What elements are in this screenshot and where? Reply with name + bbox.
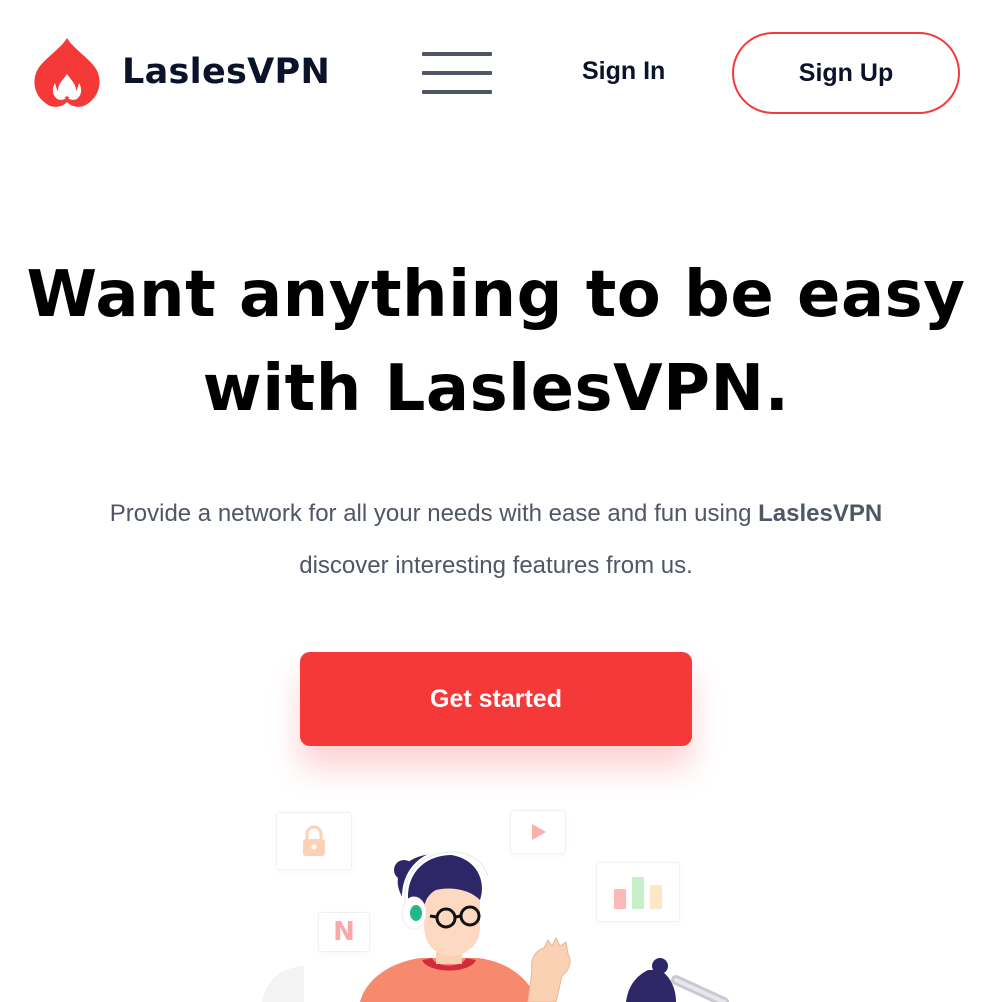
hero-subtitle-line2: discover interesting features from us. — [299, 552, 693, 579]
hero-title: Want anything to be easy with LaslesVPN. — [0, 248, 992, 436]
hero-subtitle-brand: LaslesVPN — [758, 500, 883, 527]
hero-subtitle: Provide a network for all your needs wit… — [0, 488, 992, 592]
get-started-button[interactable]: Get started — [300, 652, 692, 746]
menu-bar — [422, 71, 492, 75]
sign-in-link[interactable]: Sign In — [582, 57, 665, 86]
hero-title-prefix: with — [202, 352, 385, 426]
hero-subtitle-text: Provide a network for all your needs wit… — [109, 500, 759, 527]
brand-name-part2: VPN — [247, 52, 331, 92]
menu-bar — [422, 52, 492, 56]
brand-name-part1: Lasles — [122, 52, 248, 92]
sign-up-button[interactable]: Sign Up — [732, 32, 960, 114]
brand-logo[interactable]: LaslesVPN — [30, 36, 330, 110]
hamburger-menu-icon[interactable] — [422, 52, 492, 94]
hero-title-line2: with LaslesVPN. — [0, 342, 992, 436]
brand-name: LaslesVPN — [122, 52, 330, 92]
hero-title-line1: Want anything to be easy — [26, 258, 966, 332]
hero-title-brand: LaslesVPN. — [384, 352, 790, 426]
hero-subtitle-line1: Provide a network for all your needs wit… — [0, 488, 992, 540]
flame-icon — [34, 38, 100, 107]
menu-bar — [422, 90, 492, 94]
hero-illustration: N — [0, 790, 992, 1002]
person-with-headphones-illustration — [262, 848, 729, 1002]
